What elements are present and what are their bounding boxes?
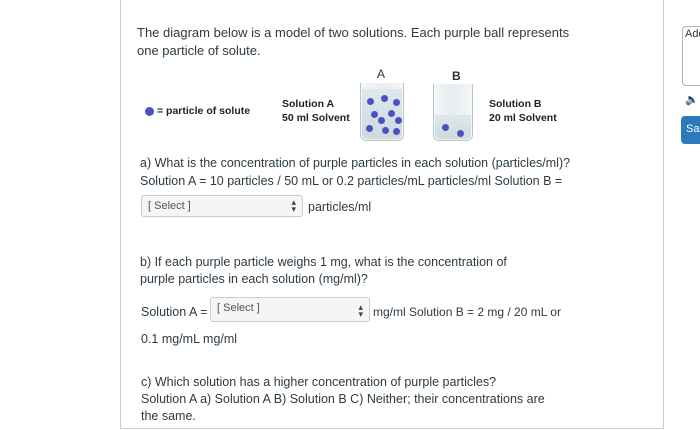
solution-a-volume: 50 ml Solvent [282,112,350,124]
intro-text: The diagram below is a model of two solu… [137,25,570,58]
beaker-a [360,83,404,141]
beaker-b [433,84,473,141]
select-arrows-icon: ▴ ▾ [291,197,296,214]
question-b-line3: 0.1 mg/mL mg/ml [141,332,238,346]
save-button-label: Sa [686,123,700,135]
speaker-icon[interactable]: 🔈 [685,93,699,106]
question-a-select[interactable]: [ Select ] ▴ ▾ [141,195,303,217]
question-a-unit: particles/ml [308,200,372,214]
question-c-options: Solution A a) Solution A B) Solution B C… [141,392,545,423]
question-a-select-value: [ Select ] [148,200,191,212]
save-button[interactable]: Sa [681,116,700,144]
question-b-label-a: Solution A = [141,305,208,319]
right-sidebar: Add 🔈 Sa [665,0,700,430]
question-c-prompt: c) Which solution has a higher concentra… [141,375,497,389]
add-button[interactable]: Add [682,26,700,86]
add-button-label: Add [685,28,700,40]
legend-particle-icon [145,107,154,116]
question-b-prompt: b) If each purple particle weighs 1 mg, … [140,255,507,286]
select-arrows-icon: ▴ ▾ [358,302,363,319]
question-b-select-value: [ Select ] [217,302,260,314]
beaker-b-letter: B [452,69,461,83]
question-a-prompt: a) What is the concentration of purple p… [140,156,571,170]
solution-b-volume: 20 ml Solvent [489,112,557,124]
question-b-select[interactable]: [ Select ] ▴ ▾ [210,297,370,322]
question-b-after-select: mg/ml Solution B = 2 mg / 20 mL or [373,305,561,319]
solution-b-title: Solution B [489,98,542,110]
legend-label: = particle of solute [157,105,251,117]
beaker-a-letter: A [377,67,386,81]
question-a-line2: Solution A = 10 particles / 50 mL or 0.2… [140,174,563,188]
solution-a-title: Solution A [282,98,335,110]
